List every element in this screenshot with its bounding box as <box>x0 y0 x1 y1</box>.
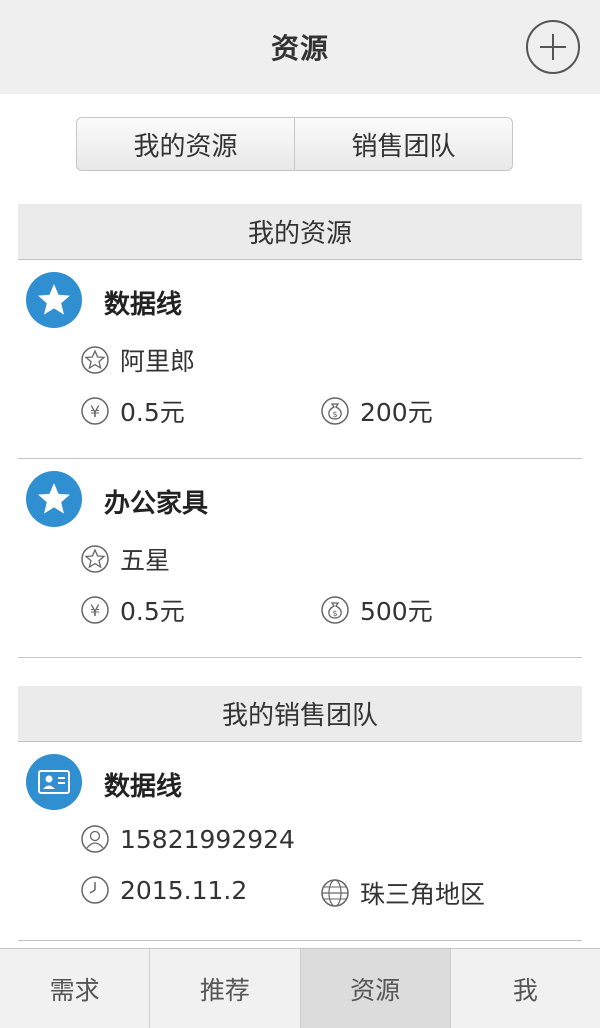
segment-control: 我的资源 销售团队 <box>76 117 513 171</box>
svg-text:$: $ <box>332 410 337 419</box>
resource-rating: 五星 <box>120 546 171 575</box>
resource-rating-row: 阿里郎 <box>80 342 195 378</box>
resource-price: 0.5元 <box>120 597 185 626</box>
money-bag-icon: $ <box>320 396 350 426</box>
resource-name: 数据线 <box>104 290 183 320</box>
star-badge-icon <box>26 272 82 328</box>
resource-rating: 阿里郎 <box>120 347 196 376</box>
star-outline-icon <box>80 544 110 574</box>
bottom-tab-bar: 需求 推荐 资源 我 <box>0 948 600 1028</box>
money-bag-icon: $ <box>320 595 350 625</box>
resource-price: 0.5元 <box>120 398 185 427</box>
star-outline-icon <box>80 345 110 375</box>
plus-circle-icon <box>540 34 566 60</box>
clock-icon <box>80 875 110 905</box>
resource-amount-row: $ 200元 <box>320 393 433 429</box>
page-title: 资源 <box>270 32 329 65</box>
section-header-team: 我的销售团队 <box>18 686 582 742</box>
segment-sales-team[interactable]: 销售团队 <box>294 118 512 170</box>
resource-amount-row: $ 500元 <box>320 592 433 628</box>
tab-demand[interactable]: 需求 <box>0 949 149 1028</box>
team-date-row: 2015.11.2 <box>80 875 247 905</box>
resource-card[interactable]: 数据线 阿里郎 ¥ 0.5元 $ 200元 <box>18 260 582 459</box>
globe-icon <box>320 878 350 908</box>
yen-icon: ¥ <box>80 396 110 426</box>
svg-text:¥: ¥ <box>90 402 100 421</box>
section-header-resources: 我的资源 <box>18 204 582 260</box>
team-region: 珠三角地区 <box>360 880 486 909</box>
team-region-row: 珠三角地区 <box>320 875 485 911</box>
team-member-card[interactable]: 数据线 15821992924 2015.11.2 珠三角地区 <box>18 742 582 941</box>
svg-text:$: $ <box>332 609 337 618</box>
resource-name: 办公家具 <box>104 489 209 519</box>
add-button[interactable] <box>526 20 580 74</box>
resource-price-row: ¥ 0.5元 <box>80 393 185 429</box>
resource-card[interactable]: 办公家具 五星 ¥ 0.5元 $ 500元 <box>18 459 582 658</box>
tab-recommend[interactable]: 推荐 <box>149 949 299 1028</box>
team-date: 2015.11.2 <box>120 875 248 905</box>
star-badge-icon <box>26 471 82 527</box>
resource-rating-row: 五星 <box>80 541 170 577</box>
user-icon <box>80 824 110 854</box>
header-bar: 资源 <box>0 0 600 94</box>
resource-amount: 500元 <box>360 597 433 626</box>
team-member-name: 数据线 <box>104 772 183 802</box>
svg-text:¥: ¥ <box>90 601 100 620</box>
resource-amount: 200元 <box>360 398 433 427</box>
id-card-icon <box>26 754 82 810</box>
tab-me[interactable]: 我 <box>449 949 600 1028</box>
resource-price-row: ¥ 0.5元 <box>80 592 185 628</box>
yen-icon: ¥ <box>80 595 110 625</box>
tab-resources[interactable]: 资源 <box>299 949 450 1028</box>
team-phone-row: 15821992924 <box>80 824 295 854</box>
team-phone: 15821992924 <box>120 824 295 854</box>
segment-my-resources[interactable]: 我的资源 <box>77 118 294 170</box>
